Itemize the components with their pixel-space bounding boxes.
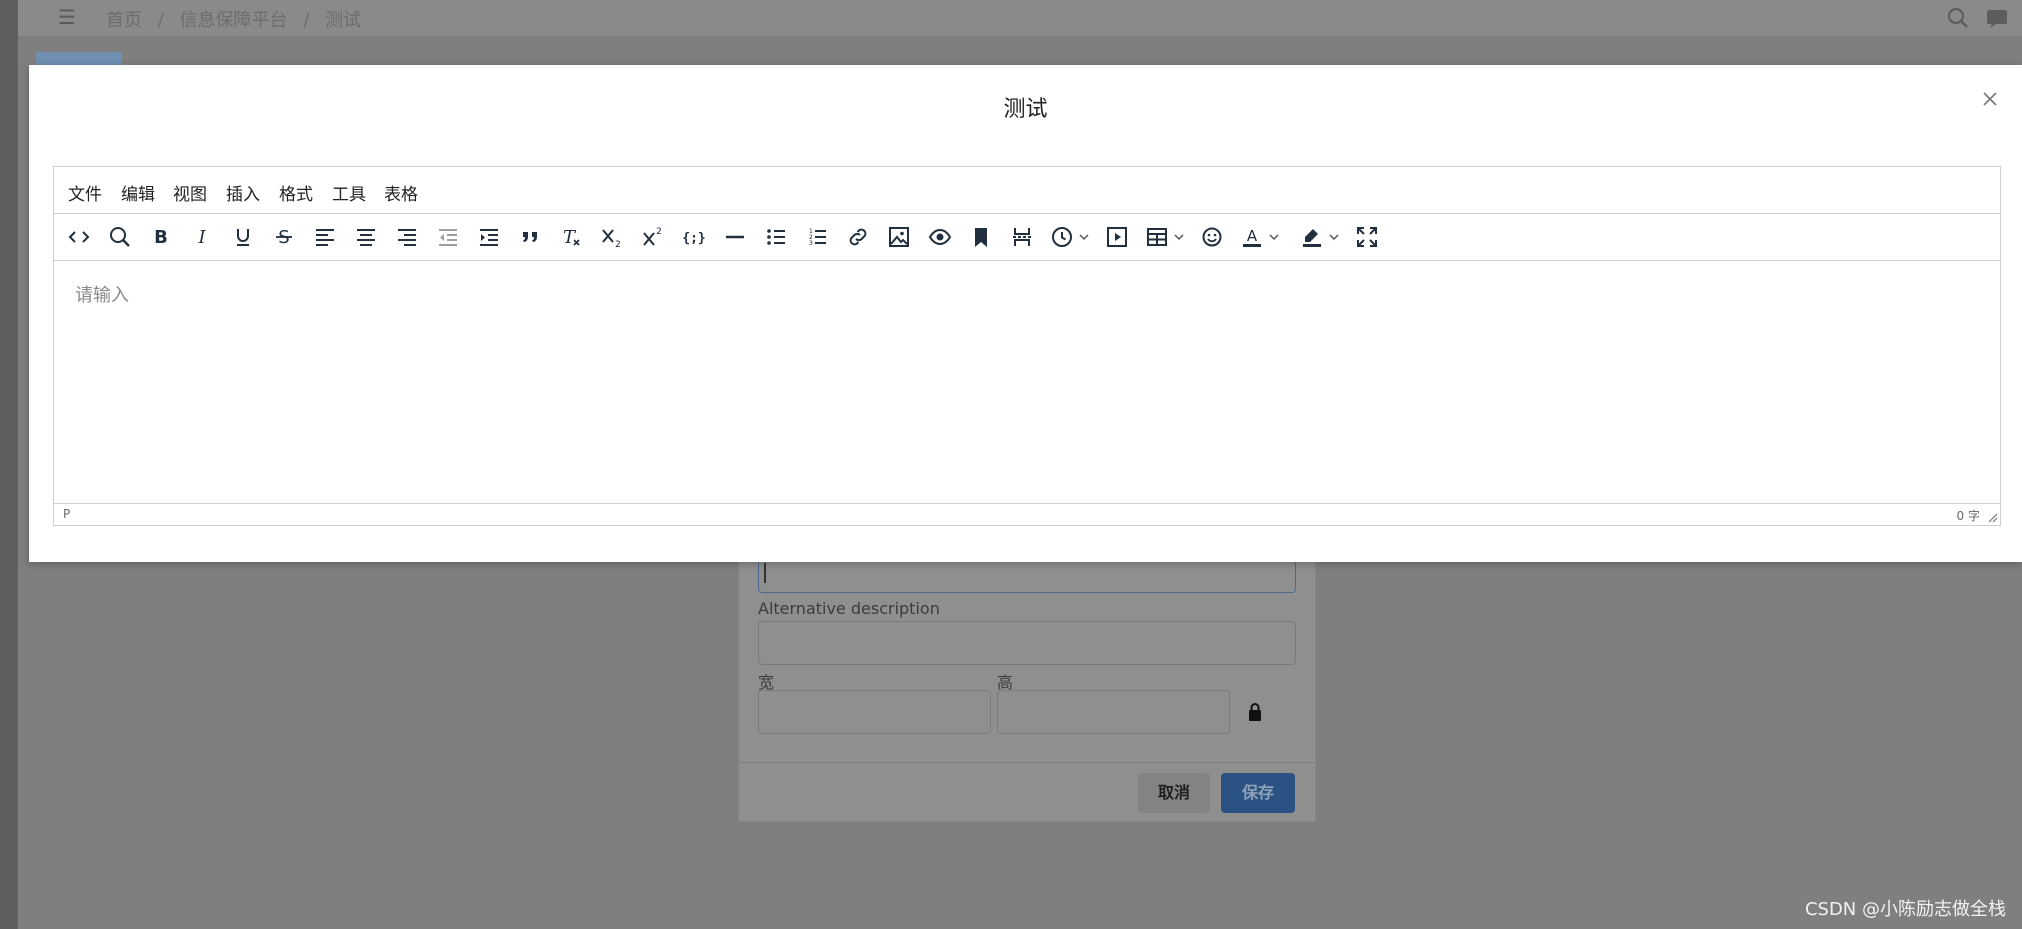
menu-view[interactable]: 视图	[173, 180, 207, 205]
app-sidebar	[0, 0, 18, 929]
width-input[interactable]	[758, 690, 991, 734]
blockquote-icon[interactable]	[517, 225, 543, 249]
underline-icon[interactable]	[230, 225, 256, 249]
svg-text:{;}: {;}	[682, 231, 705, 246]
strikethrough-icon[interactable]: S	[271, 225, 297, 249]
app-header: ☰ 首页 / 信息保障平台 / 测试	[18, 0, 2022, 36]
editor-content-area[interactable]: 请输入	[54, 261, 2000, 503]
svg-text:A: A	[1247, 227, 1258, 245]
chevron-down-icon	[1079, 234, 1089, 241]
watermark: CSDN @小陈励志做全栈	[1804, 899, 2006, 920]
bold-icon[interactable]: B	[148, 225, 174, 249]
editor-menubar: 文件 编辑 视图 插入 格式 工具 表格	[54, 167, 2000, 214]
breadcrumb-separator: /	[303, 10, 310, 31]
align-left-icon[interactable]	[312, 225, 338, 249]
chevron-down-icon	[1329, 234, 1339, 241]
link-icon[interactable]	[845, 225, 871, 249]
italic-icon[interactable]: I	[189, 225, 215, 249]
svg-text:B: B	[154, 227, 168, 248]
table-icon[interactable]	[1145, 225, 1187, 249]
close-icon[interactable]	[1978, 87, 2002, 111]
element-path[interactable]: P	[63, 507, 70, 521]
emoticons-icon[interactable]	[1199, 225, 1225, 249]
highlight-color-icon[interactable]	[1300, 225, 1342, 249]
tags-view-item[interactable]	[36, 52, 122, 66]
text-cursor	[764, 563, 766, 583]
code-sample-icon[interactable]: {;}	[681, 225, 707, 249]
svg-text:2: 2	[656, 227, 662, 237]
alt-label: Alternative description	[758, 599, 940, 618]
image-icon[interactable]	[886, 225, 912, 249]
save-button[interactable]: 保存	[1221, 773, 1295, 813]
source-code-icon[interactable]	[66, 225, 92, 249]
numbered-list-icon[interactable]: 123	[804, 225, 830, 249]
fullscreen-icon[interactable]	[1354, 225, 1380, 249]
align-right-icon[interactable]	[394, 225, 420, 249]
bullet-list-icon[interactable]	[763, 225, 789, 249]
editor-modal: 测试 文件 编辑 视图 插入 格式 工具 表格 B I S T 2 2 {;} …	[29, 65, 2022, 562]
word-count[interactable]: 0 字	[1957, 507, 1980, 524]
media-icon[interactable]	[1104, 225, 1130, 249]
breadcrumb-separator: /	[157, 10, 164, 31]
remove-format-icon[interactable]: T	[558, 225, 584, 249]
breadcrumb: 首页 / 信息保障平台 / 测试	[106, 6, 371, 32]
svg-text:I: I	[197, 227, 206, 248]
menu-file[interactable]: 文件	[68, 180, 102, 205]
page-break-icon[interactable]	[1009, 225, 1035, 249]
align-center-icon[interactable]	[353, 225, 379, 249]
indent-icon[interactable]	[476, 225, 502, 249]
svg-text:2: 2	[615, 240, 621, 249]
preview-icon[interactable]	[927, 225, 953, 249]
message-icon[interactable]	[1985, 6, 2009, 30]
menu-tools[interactable]: 工具	[332, 180, 366, 205]
modal-title: 测试	[1003, 97, 1048, 122]
breadcrumb-current: 测试	[325, 10, 362, 31]
anchor-icon[interactable]	[968, 225, 994, 249]
menu-table[interactable]: 表格	[384, 180, 418, 205]
breadcrumb-home[interactable]: 首页	[106, 10, 142, 31]
editor-statusbar: P 0 字	[54, 503, 2000, 525]
height-input[interactable]	[997, 690, 1230, 734]
alt-input[interactable]	[758, 621, 1296, 665]
outdent-icon[interactable]	[435, 225, 461, 249]
menu-insert[interactable]: 插入	[226, 180, 260, 205]
horizontal-rule-icon[interactable]	[722, 225, 748, 249]
editor-placeholder: 请输入	[75, 285, 129, 306]
superscript-icon[interactable]: 2	[640, 225, 666, 249]
dialog-divider	[739, 762, 1315, 763]
text-color-icon[interactable]: A	[1240, 225, 1282, 249]
menu-toggle-icon[interactable]: ☰	[58, 7, 78, 27]
search-replace-icon[interactable]	[107, 225, 133, 249]
subscript-icon[interactable]: 2	[599, 225, 625, 249]
editor-toolbar: B I S T 2 2 {;} 123 A	[54, 214, 2000, 261]
cancel-button[interactable]: 取消	[1138, 773, 1210, 813]
resize-handle-icon[interactable]	[1986, 511, 1998, 523]
breadcrumb-platform[interactable]: 信息保障平台	[180, 10, 288, 31]
svg-text:3: 3	[809, 240, 813, 247]
chevron-down-icon	[1269, 234, 1279, 241]
insert-datetime-icon[interactable]	[1050, 225, 1092, 249]
menu-format[interactable]: 格式	[279, 180, 313, 205]
search-icon[interactable]	[1946, 6, 1970, 30]
chevron-down-icon	[1174, 234, 1184, 241]
menu-edit[interactable]: 编辑	[121, 180, 155, 205]
rich-text-editor: 文件 编辑 视图 插入 格式 工具 表格 B I S T 2 2 {;} 1 2…	[53, 166, 2001, 526]
lock-icon[interactable]	[1247, 702, 1263, 722]
